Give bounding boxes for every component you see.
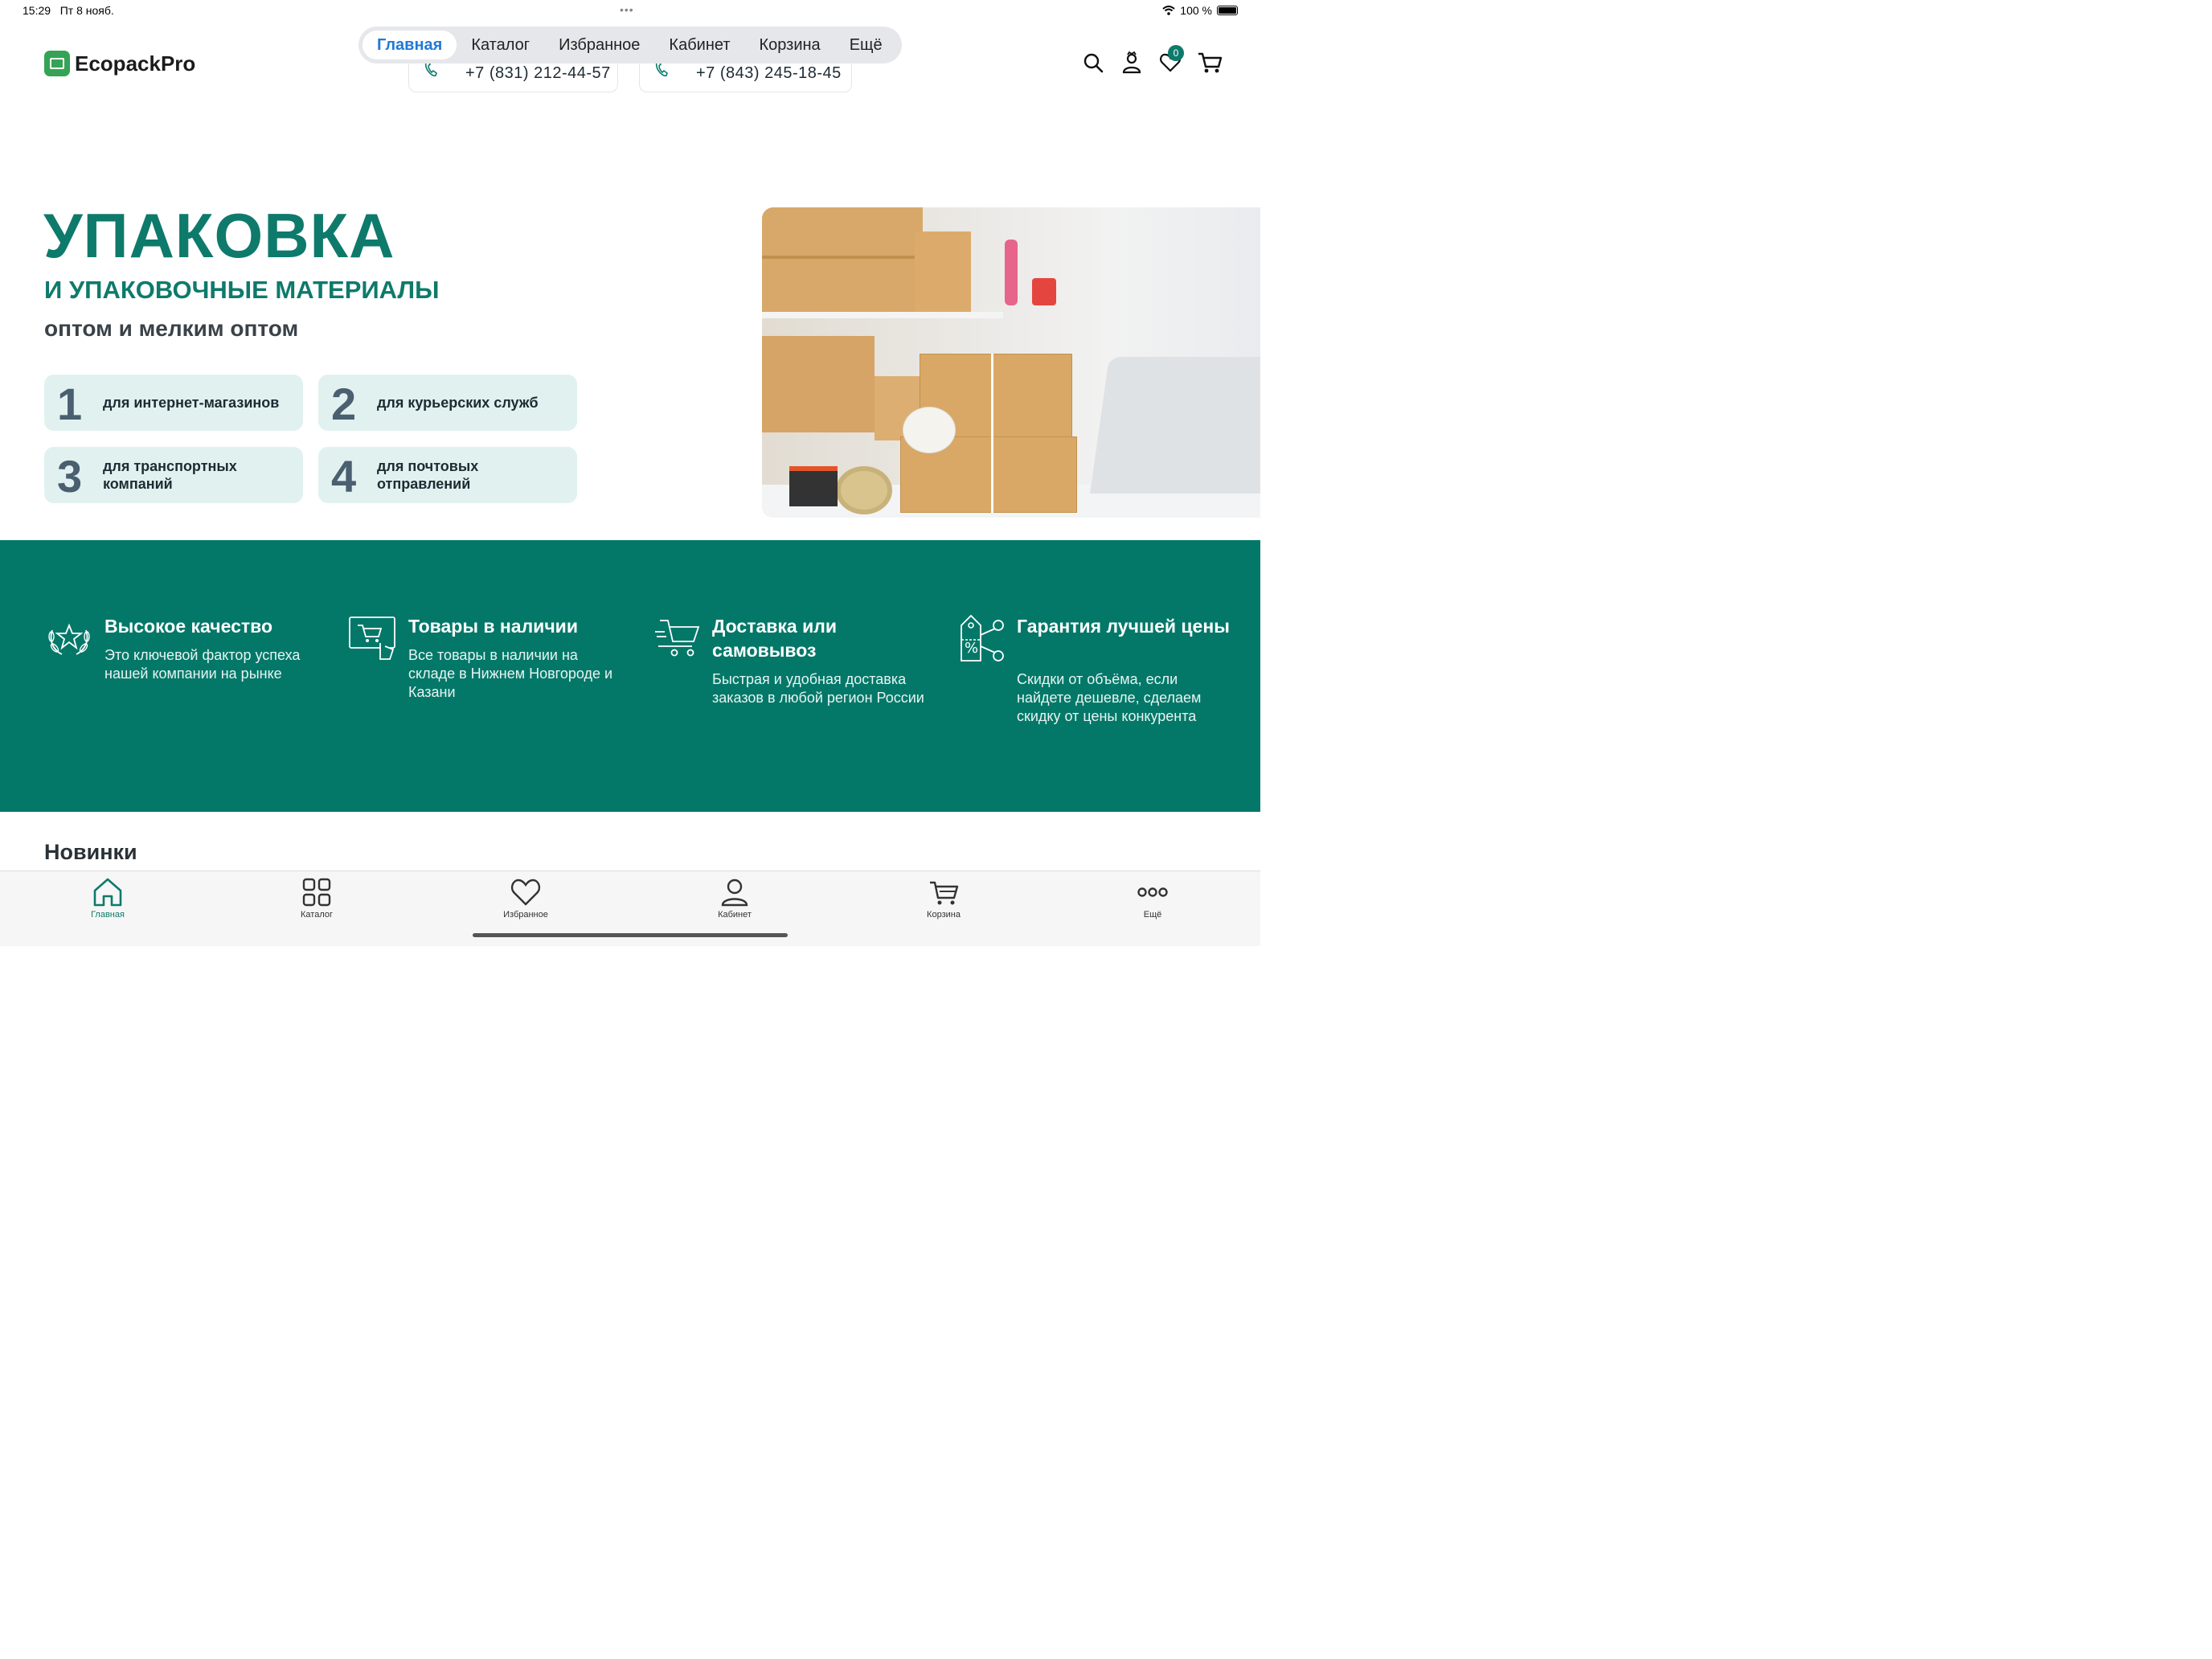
multitask-dots-icon[interactable]: ••• (620, 3, 634, 16)
grid-icon (302, 878, 331, 907)
benefit-text: Это ключевой фактор успеха нашей компани… (104, 647, 301, 682)
tape-roll (836, 466, 892, 514)
benefit-text: Все товары в наличии на складе в Нижнем … (408, 647, 613, 700)
feature-card-2: 2 для курьерских служб (318, 375, 577, 431)
tab-catalog[interactable]: Каталог (457, 31, 544, 59)
benefit-title: Гарантия лучшей цены (1017, 616, 1230, 637)
status-time: 15:29 Пт 8 нояб. (23, 4, 114, 17)
feature-card-1: 1 для интернет-магазинов (44, 375, 303, 431)
twine-roll (903, 407, 956, 453)
bottom-nav-label: Ещё (1143, 910, 1162, 920)
status-bar: 15:29 Пт 8 нояб. ••• 100 % (0, 0, 1260, 23)
status-clock: 15:29 (23, 4, 51, 17)
laptop (1090, 357, 1260, 494)
fast-cart-icon (655, 620, 700, 657)
price-tag-icon: % (961, 614, 1004, 662)
heart-icon (510, 879, 541, 906)
profile-icon[interactable] (1120, 51, 1143, 74)
feature-number: 4 (331, 451, 357, 502)
battery-icon (1217, 6, 1238, 15)
plant-pot (1032, 278, 1056, 305)
phone-number-1: +7 (831) 212-44-57 (465, 64, 611, 82)
hero-subtitle-2: оптом и мелким оптом (44, 316, 299, 341)
logo-box-icon (44, 51, 70, 76)
more-icon (1137, 887, 1168, 897)
benefit-title: Товары в наличии (408, 616, 578, 637)
benefit-title: Доставка или самовывоз (712, 616, 837, 661)
tab-home[interactable]: Главная (363, 31, 457, 59)
twine (991, 354, 993, 513)
feature-text: для курьерских служб (377, 395, 539, 411)
tape-dispenser (789, 466, 838, 506)
home-icon (93, 878, 122, 907)
bottom-nav-more[interactable]: Ещё (1104, 876, 1201, 920)
bottom-nav-label: Избранное (503, 910, 548, 920)
bottom-nav-favorites[interactable]: Избранное (477, 876, 574, 920)
search-icon[interactable] (1082, 51, 1104, 74)
back-box (762, 336, 875, 432)
feature-number: 2 (331, 379, 357, 429)
feature-text: для почтовых отправлений (377, 458, 479, 492)
phone-number-2: +7 (843) 245-18-45 (696, 64, 842, 82)
feature-number: 3 (57, 451, 83, 502)
tab-cart[interactable]: Корзина (745, 31, 835, 59)
new-items-title: Новинки (44, 840, 137, 864)
top-tab-bar: Главная Каталог Избранное Кабинет Корзин… (358, 27, 902, 63)
home-indicator[interactable] (473, 933, 788, 937)
bottom-nav-label: Каталог (301, 910, 333, 920)
shelf-box (915, 231, 971, 312)
benefits-section: Высокое качество Это ключевой фактор усп… (0, 540, 1260, 812)
feature-card-3: 3 для транспортных компаний (44, 447, 303, 503)
bottom-nav-home[interactable]: Главная (59, 876, 156, 920)
logo-text: EcopackPro (75, 51, 196, 76)
cart-icon[interactable] (1198, 51, 1223, 74)
shelf-line (762, 256, 923, 259)
favorites-count-badge: 0 (1168, 45, 1184, 61)
hero-image (762, 207, 1260, 518)
bottom-nav-catalog[interactable]: Каталог (268, 876, 365, 920)
status-date: Пт 8 нояб. (59, 4, 114, 17)
status-right: 100 % (1162, 4, 1238, 17)
bottom-nav-account[interactable]: Кабинет (686, 876, 783, 920)
hero-subtitle: И УПАКОВОЧНЫЕ МАТЕРИАЛЫ (44, 276, 440, 304)
tab-more[interactable]: Ещё (835, 31, 897, 59)
tab-favorites[interactable]: Избранное (544, 31, 654, 59)
feature-text: для интернет-магазинов (103, 395, 280, 411)
wifi-icon (1162, 6, 1175, 15)
battery-level: 100 % (1180, 4, 1212, 17)
header-icons (1082, 51, 1223, 74)
shelf (762, 312, 1003, 318)
hero-title: УПАКОВКА (43, 200, 395, 271)
feature-text: для транспортных компаний (103, 458, 237, 492)
online-cart-icon (349, 616, 395, 660)
tab-account[interactable]: Кабинет (654, 31, 744, 59)
logo[interactable]: EcopackPro (44, 51, 195, 76)
benefit-text: Быстрая и удобная доставка заказов в люб… (712, 671, 924, 706)
bottom-nav-label: Кабинет (718, 910, 752, 920)
feature-number: 1 (57, 379, 83, 429)
benefit-title: Высокое качество (104, 616, 273, 637)
vase (1005, 240, 1018, 305)
feature-card-4: 4 для почтовых отправлений (318, 447, 577, 503)
shelf-boxes (762, 207, 923, 312)
bottom-nav-label: Корзина (927, 910, 961, 920)
benefit-text: Скидки от объёма, если найдете дешевле, … (1017, 671, 1202, 724)
user-icon (721, 879, 748, 907)
bottom-nav-label: Главная (91, 910, 125, 920)
laurel-star-icon (48, 623, 90, 655)
cart-icon (930, 881, 959, 905)
bottom-nav-cart[interactable]: Корзина (895, 876, 992, 920)
svg-text:%: % (965, 640, 978, 657)
